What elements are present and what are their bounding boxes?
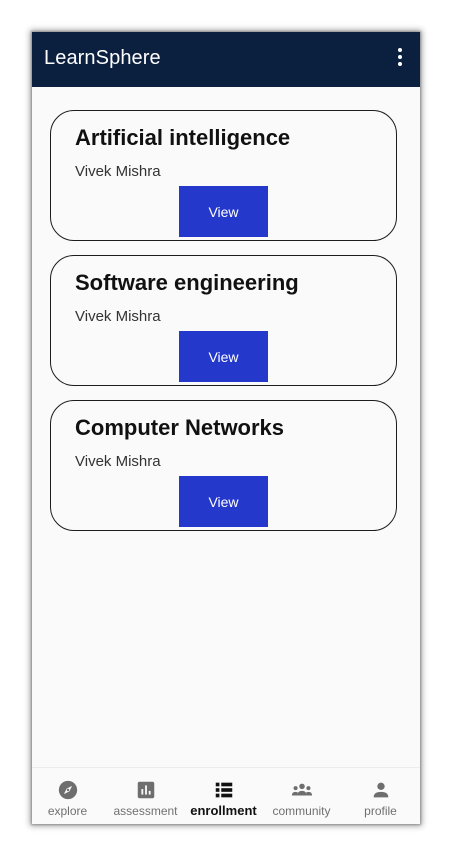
nav-label-explore: explore (47, 804, 88, 818)
nav-item-profile[interactable]: profile (342, 768, 419, 824)
nav-item-assessment[interactable]: assessment (107, 768, 184, 824)
view-button[interactable]: View (179, 476, 268, 527)
course-card: Computer Networks Vivek Mishra View (50, 400, 397, 531)
course-title: Computer Networks (75, 415, 285, 440)
person-icon (373, 782, 388, 798)
course-author: Vivek Mishra (75, 453, 161, 470)
nav-item-enrollment[interactable]: enrollment (185, 768, 262, 824)
view-button[interactable]: View (179, 331, 268, 382)
compass-icon (58, 780, 77, 800)
course-title: Artificial intelligence (75, 125, 291, 150)
course-card: Artificial intelligence Vivek Mishra Vie… (50, 110, 397, 241)
course-card: Software engineering Vivek Mishra View (50, 255, 397, 386)
app-screen: LearnSphere Artificial intelligence Vive… (32, 32, 420, 824)
course-title: Software engineering (75, 270, 299, 295)
app-title: LearnSphere (44, 47, 161, 69)
course-author: Vivek Mishra (75, 308, 161, 325)
bar-chart-icon (137, 781, 154, 799)
nav-label-enrollment: enrollment (190, 803, 257, 818)
nav-item-community[interactable]: community (263, 768, 340, 824)
nav-item-explore[interactable]: explore (32, 768, 106, 824)
nav-label-assessment: assessment (113, 804, 178, 818)
app-bar: LearnSphere (32, 32, 420, 87)
nav-label-community: community (272, 804, 331, 818)
nav-label-profile: profile (364, 804, 397, 818)
group-icon (291, 783, 312, 796)
bottom-navigation: explore assessment enrollment community … (32, 767, 420, 824)
course-author: Vivek Mishra (75, 163, 161, 180)
more-vert-icon[interactable] (390, 46, 410, 72)
view-button[interactable]: View (179, 186, 268, 237)
list-icon (215, 782, 232, 798)
